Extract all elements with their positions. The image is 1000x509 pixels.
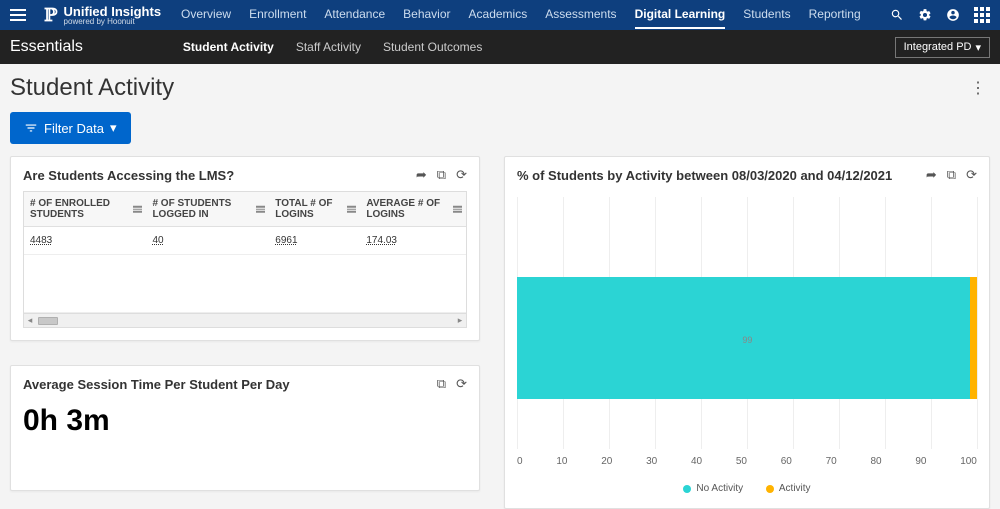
subnav-menu: Student Activity Staff Activity Student …	[183, 40, 482, 54]
topnav-item-enrollment[interactable]: Enrollment	[249, 1, 306, 29]
subnav-item-staff-activity[interactable]: Staff Activity	[296, 40, 361, 54]
x-tick: 40	[691, 456, 702, 467]
chart-area: 99 0 10 20 30 40 50 60 70 80 90 100	[517, 197, 977, 477]
legend-item-no-activity[interactable]: No Activity	[683, 483, 743, 494]
apps-grid-icon[interactable]	[974, 7, 990, 23]
share-icon[interactable]: ➦	[926, 167, 937, 183]
integrated-pd-button[interactable]: Integrated PD ▾	[895, 37, 990, 58]
popout-icon[interactable]: ⧉	[437, 376, 446, 392]
topnav-menu: Overview Enrollment Attendance Behavior …	[181, 1, 861, 29]
integrated-pd-label: Integrated PD	[904, 41, 972, 53]
topnav: ℙ Unified Insights powered by Hoonuit Ov…	[0, 0, 1000, 30]
col-menu-icon[interactable]	[347, 206, 356, 213]
col-avg-logins[interactable]: AVERAGE # OF LOGINS	[360, 192, 466, 227]
brand-subtitle: powered by Hoonuit	[64, 18, 162, 26]
scroll-right-icon[interactable]: ▸	[454, 315, 466, 326]
x-tick: 70	[826, 456, 837, 467]
legend-swatch-icon	[683, 485, 691, 493]
chart-legend: No Activity Activity	[517, 477, 977, 502]
popout-icon[interactable]: ⧉	[947, 167, 956, 183]
chart-x-axis: 0 10 20 30 40 50 60 70 80 90 100	[517, 456, 977, 467]
scroll-left-icon[interactable]: ◂	[24, 315, 36, 326]
share-icon[interactable]: ➦	[416, 167, 427, 183]
legend-swatch-icon	[766, 485, 774, 493]
cell-total-logins[interactable]: 6961	[275, 235, 297, 246]
dashboard: Are Students Accessing the LMS? ➦ ⧉ ⟳ # …	[0, 156, 1000, 509]
caret-down-icon: ▾	[975, 41, 981, 54]
horizontal-scrollbar[interactable]: ◂ ▸	[24, 313, 466, 327]
brand: ℙ Unified Insights powered by Hoonuit	[44, 5, 161, 26]
cell-enrolled[interactable]: 4483	[30, 235, 52, 246]
x-tick: 60	[781, 456, 792, 467]
funnel-icon	[24, 121, 38, 135]
topnav-item-attendance[interactable]: Attendance	[324, 1, 385, 29]
gear-icon[interactable]	[918, 8, 932, 22]
bar-value-label: 99	[742, 335, 752, 345]
x-tick: 30	[646, 456, 657, 467]
col-menu-icon[interactable]	[133, 206, 142, 213]
caret-down-icon: ▾	[110, 120, 117, 136]
col-menu-icon[interactable]	[256, 206, 265, 213]
subnav-title: Essentials	[10, 38, 83, 56]
search-icon[interactable]	[890, 8, 904, 22]
chart-card-title: % of Students by Activity between 08/03/…	[517, 168, 892, 183]
avg-session-card: Average Session Time Per Student Per Day…	[10, 365, 480, 491]
scroll-thumb[interactable]	[38, 317, 58, 325]
activity-chart-card: % of Students by Activity between 08/03/…	[504, 156, 990, 509]
x-tick: 100	[960, 456, 977, 467]
filter-data-label: Filter Data	[44, 121, 104, 136]
refresh-icon[interactable]: ⟳	[456, 167, 467, 183]
kebab-menu-icon[interactable]: ⋮	[966, 74, 990, 102]
brand-logo-icon: ℙ	[44, 5, 58, 26]
filter-data-button[interactable]: Filter Data ▾	[10, 112, 131, 144]
refresh-icon[interactable]: ⟳	[456, 376, 467, 392]
lms-access-card: Are Students Accessing the LMS? ➦ ⧉ ⟳ # …	[10, 156, 480, 341]
subnav-item-student-outcomes[interactable]: Student Outcomes	[383, 40, 482, 54]
dashboard-right-column: % of Students by Activity between 08/03/…	[504, 156, 990, 509]
table-row: 4483 40 6961 174.03	[24, 227, 466, 255]
topnav-item-behavior[interactable]: Behavior	[403, 1, 450, 29]
cell-logged-in[interactable]: 40	[152, 235, 163, 246]
hamburger-menu-icon[interactable]	[10, 3, 34, 27]
x-tick: 0	[517, 456, 523, 467]
x-tick: 50	[736, 456, 747, 467]
chart-card-actions: ➦ ⧉ ⟳	[926, 167, 977, 183]
subnav-item-student-activity[interactable]: Student Activity	[183, 40, 274, 54]
lms-table: # OF ENROLLED STUDENTS # OF STUDENTS LOG…	[24, 192, 466, 313]
subnav: Essentials Student Activity Staff Activi…	[0, 30, 1000, 64]
col-enrolled[interactable]: # OF ENROLLED STUDENTS	[24, 192, 146, 227]
page-header: Student Activity ⋮	[0, 64, 1000, 106]
topnav-item-digital-learning[interactable]: Digital Learning	[635, 1, 726, 29]
legend-label: Activity	[779, 483, 811, 494]
session-card-actions: ⧉ ⟳	[437, 376, 467, 392]
topnav-item-reporting[interactable]: Reporting	[809, 1, 861, 29]
lms-card-actions: ➦ ⧉ ⟳	[416, 167, 467, 183]
session-card-title: Average Session Time Per Student Per Day	[23, 377, 290, 392]
avg-session-value: 0h 3m	[23, 400, 467, 478]
refresh-icon[interactable]: ⟳	[966, 167, 977, 183]
topnav-item-academics[interactable]: Academics	[469, 1, 528, 29]
cell-avg-logins[interactable]: 174.03	[366, 235, 397, 246]
topnav-item-students[interactable]: Students	[743, 1, 790, 29]
x-tick: 10	[556, 456, 567, 467]
lms-card-title: Are Students Accessing the LMS?	[23, 168, 234, 183]
topnav-actions	[890, 7, 990, 23]
popout-icon[interactable]: ⧉	[437, 167, 446, 183]
col-logged-in[interactable]: # OF STUDENTS LOGGED IN	[146, 192, 269, 227]
brand-title: Unified Insights	[64, 5, 162, 18]
user-icon[interactable]	[946, 8, 960, 22]
legend-item-activity[interactable]: Activity	[766, 483, 811, 494]
bar-segment-activity[interactable]	[970, 277, 977, 399]
dashboard-left-column: Are Students Accessing the LMS? ➦ ⧉ ⟳ # …	[10, 156, 480, 509]
legend-label: No Activity	[696, 483, 743, 494]
lms-table-wrap: # OF ENROLLED STUDENTS # OF STUDENTS LOG…	[23, 191, 467, 328]
page-title: Student Activity	[10, 74, 174, 102]
x-tick: 80	[870, 456, 881, 467]
col-menu-icon[interactable]	[453, 206, 462, 213]
col-total-logins[interactable]: TOTAL # OF LOGINS	[269, 192, 360, 227]
topnav-item-overview[interactable]: Overview	[181, 1, 231, 29]
x-tick: 20	[601, 456, 612, 467]
x-tick: 90	[915, 456, 926, 467]
topnav-item-assessments[interactable]: Assessments	[545, 1, 616, 29]
